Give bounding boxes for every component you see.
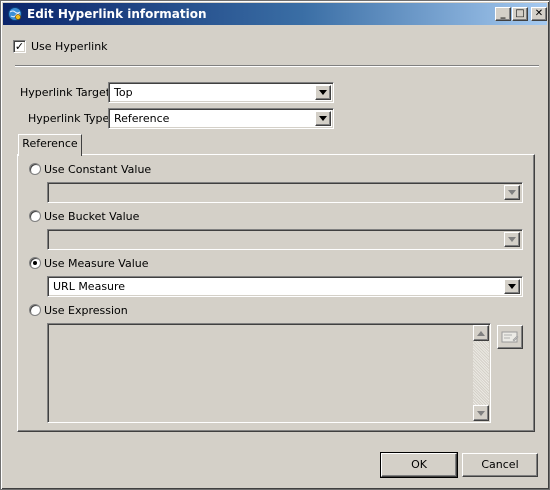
expression-scrollbar[interactable] — [473, 325, 489, 421]
separator — [15, 65, 539, 67]
ok-button[interactable]: OK — [380, 452, 458, 478]
use-bucket-value-radio[interactable] — [29, 210, 41, 222]
measure-value-select[interactable]: URL Measure — [47, 276, 523, 297]
use-expression-radio[interactable] — [29, 304, 41, 316]
constant-value-select[interactable] — [47, 182, 523, 203]
use-measure-value-label: Use Measure Value — [44, 257, 149, 270]
use-constant-value-label: Use Constant Value — [44, 163, 152, 176]
use-constant-value-radio[interactable] — [29, 163, 41, 175]
scroll-down-button[interactable] — [473, 405, 489, 421]
chevron-down-icon[interactable] — [504, 185, 520, 200]
radio-selected-dot — [33, 261, 37, 265]
use-hyperlink-checkbox[interactable]: ✓ — [13, 40, 26, 53]
chevron-down-icon[interactable] — [315, 85, 331, 100]
expression-textarea[interactable] — [47, 323, 491, 423]
hyperlink-target-select[interactable]: Top — [108, 82, 334, 103]
hyperlink-type-select[interactable]: Reference — [108, 108, 334, 129]
edit-expression-button[interactable] — [497, 325, 523, 349]
use-measure-value-radio[interactable] — [29, 257, 41, 269]
hyperlink-target-label: Hyperlink Target — [20, 86, 111, 99]
window-title: Edit Hyperlink information — [27, 7, 207, 21]
use-bucket-value-label: Use Bucket Value — [44, 210, 140, 223]
hyperlink-type-value: Reference — [114, 112, 170, 125]
cancel-button[interactable]: Cancel — [462, 453, 538, 477]
title-bar[interactable]: Edit Hyperlink information _ □ ✕ — [3, 3, 547, 25]
minimize-button[interactable]: _ — [495, 7, 511, 21]
bucket-value-select[interactable] — [47, 229, 523, 250]
hyperlink-target-value: Top — [114, 86, 133, 99]
hyperlink-type-label: Hyperlink Type — [28, 112, 110, 125]
scroll-up-button[interactable] — [473, 325, 489, 341]
tab-reference[interactable]: Reference — [18, 134, 82, 156]
dialog-window: Edit Hyperlink information _ □ ✕ ✓ Use H… — [0, 0, 550, 490]
use-expression-label: Use Expression — [44, 304, 128, 317]
use-hyperlink-label: Use Hyperlink — [31, 40, 108, 53]
maximize-button[interactable]: □ — [512, 7, 528, 21]
chevron-down-icon[interactable] — [315, 111, 331, 126]
chevron-down-icon[interactable] — [504, 279, 520, 294]
close-button[interactable]: ✕ — [531, 7, 547, 21]
measure-value-value: URL Measure — [53, 280, 126, 293]
chevron-down-icon[interactable] — [504, 232, 520, 247]
hyperlink-globe-icon — [7, 6, 23, 22]
